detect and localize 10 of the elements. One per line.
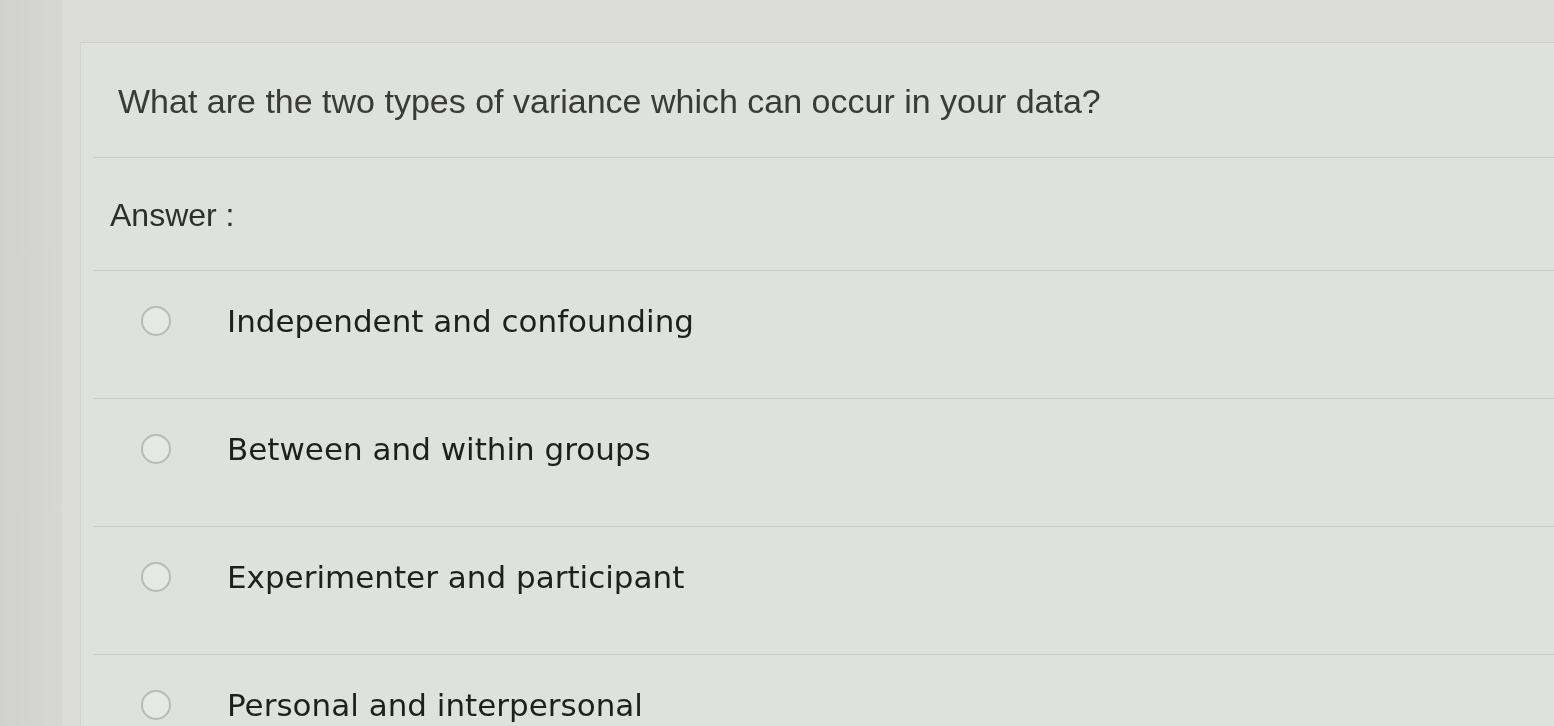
radio-button[interactable] [141, 690, 171, 720]
radio-button[interactable] [141, 434, 171, 464]
option-label[interactable]: Personal and interpersonal [227, 687, 643, 723]
radio-button[interactable] [141, 306, 171, 336]
option-label[interactable]: Experimenter and participant [227, 559, 685, 595]
answer-label: Answer : [110, 196, 235, 234]
option-label[interactable]: Independent and confounding [227, 303, 694, 339]
radio-button[interactable] [141, 562, 171, 592]
question-text: What are the two types of variance which can occur in your data? [118, 81, 1101, 121]
option-label[interactable]: Between and within groups [227, 431, 651, 467]
